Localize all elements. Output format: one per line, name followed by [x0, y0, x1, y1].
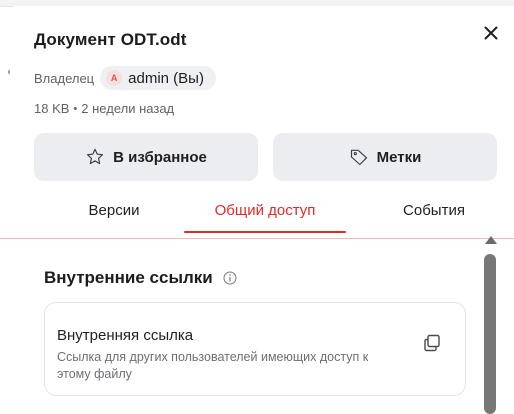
- meta-separator: •: [73, 102, 78, 115]
- internal-link-description: Ссылка для других пользователей имеющих …: [57, 350, 369, 381]
- avatar: A: [106, 70, 123, 86]
- copy-icon: [424, 334, 440, 352]
- active-tab-indicator: [184, 231, 346, 233]
- close-icon: [484, 26, 498, 40]
- scrollbar-thumb[interactable]: [484, 254, 496, 414]
- internal-link-card: Внутренняя ссылка Ссылка для других поль…: [44, 302, 466, 396]
- scroll-up-arrow[interactable]: [485, 236, 497, 244]
- info-icon[interactable]: [223, 271, 237, 285]
- tab-events[interactable]: События: [374, 202, 494, 238]
- internal-links-title: Внутренние ссылки: [44, 268, 213, 287]
- edge-marker: [8, 70, 10, 74]
- tags-label: Метки: [376, 148, 422, 166]
- modified-time: 2 недели назад: [81, 101, 175, 116]
- owner-row: Владелец A admin (Вы): [34, 66, 216, 90]
- file-size: 18 KB: [34, 101, 70, 116]
- internal-link-title: Внутренняя ссылка: [57, 327, 194, 344]
- tag-icon: [350, 149, 367, 166]
- owner-name: admin (Вы): [128, 69, 204, 87]
- star-icon: [87, 148, 104, 165]
- tab-bar: Версии Общий доступ События: [14, 202, 514, 238]
- tab-versions[interactable]: Версии: [64, 202, 164, 238]
- add-to-favorites-button[interactable]: В избранное: [34, 133, 258, 181]
- owner-chip[interactable]: A admin (Вы): [100, 66, 216, 90]
- tabs-divider: [0, 238, 514, 239]
- file-meta: 18 KB • 2 недели назад: [34, 101, 174, 116]
- copy-link-button[interactable]: [422, 333, 442, 353]
- owner-label: Владелец: [34, 70, 95, 86]
- file-title: Документ ODT.odt: [34, 30, 187, 49]
- favorites-label: В избранное: [113, 148, 207, 166]
- file-details-panel: Документ ODT.odt Владелец A admin (Вы) 1…: [0, 6, 514, 410]
- tags-button[interactable]: Метки: [273, 133, 497, 181]
- close-button[interactable]: [480, 22, 502, 44]
- internal-links-heading: Внутренние ссылки: [44, 268, 237, 288]
